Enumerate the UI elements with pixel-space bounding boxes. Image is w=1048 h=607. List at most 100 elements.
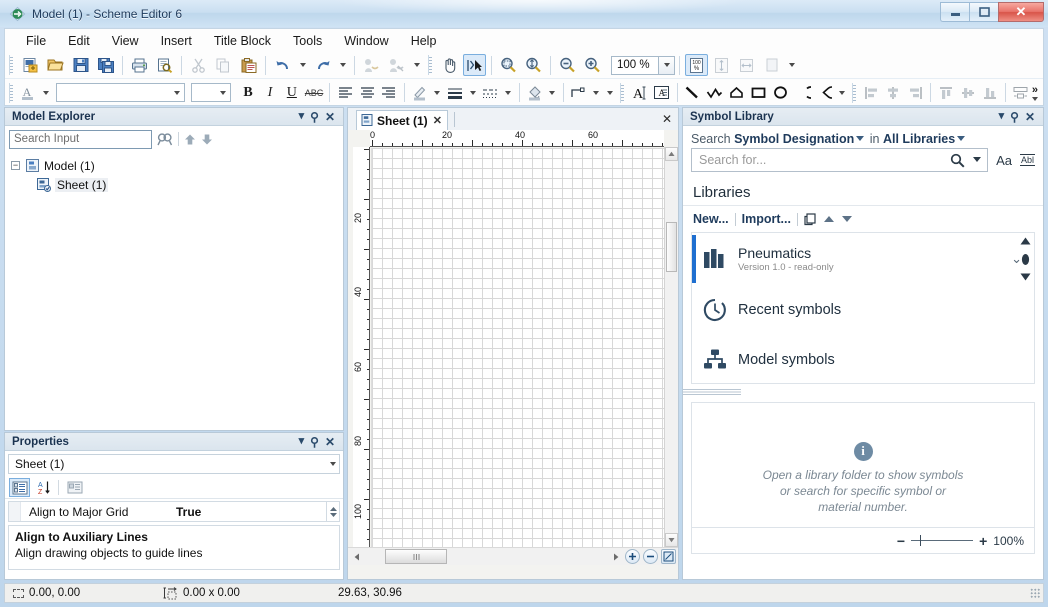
selected-object-select[interactable]: Sheet (1): [8, 454, 340, 474]
line-weight-icon[interactable]: [445, 82, 465, 104]
line-style-icon[interactable]: [480, 82, 500, 104]
zoom-in-icon[interactable]: [581, 54, 604, 76]
undo-icon[interactable]: [271, 54, 294, 76]
property-row[interactable]: Align to Major Grid True: [8, 501, 340, 522]
polyline-shape-icon[interactable]: [704, 82, 724, 104]
pin-icon[interactable]: ⚲: [310, 111, 319, 123]
scope-library-dropdown[interactable]: All Libraries: [883, 132, 955, 146]
search-input[interactable]: Search Input: [9, 129, 152, 149]
distribute-icon[interactable]: [1011, 82, 1031, 104]
scroll-right-icon[interactable]: [609, 553, 622, 561]
move-up-icon[interactable]: [823, 214, 835, 224]
zoom-level-input[interactable]: 100 %: [611, 55, 659, 75]
toolbar-grip[interactable]: [9, 55, 15, 75]
fill-color-icon[interactable]: [525, 82, 545, 104]
toolbar-grip[interactable]: [620, 82, 626, 103]
zoom-out-canvas-icon[interactable]: [643, 549, 658, 564]
line-color-dropdown-icon[interactable]: [432, 82, 443, 104]
redo-dropdown-icon[interactable]: [336, 54, 349, 76]
zoom-fit-icon[interactable]: [522, 54, 545, 76]
match-case-button[interactable]: Aa: [996, 153, 1012, 168]
tree-node-sheet[interactable]: Sheet (1): [11, 175, 343, 194]
cut-icon[interactable]: [187, 54, 210, 76]
redo-icon[interactable]: [311, 54, 334, 76]
paste-icon[interactable]: [237, 54, 260, 76]
shape-dropdown-icon[interactable]: [836, 82, 847, 104]
zoom-minus-button[interactable]: −: [897, 533, 905, 549]
line-weight-dropdown-icon[interactable]: [467, 82, 478, 104]
scroll-down-icon[interactable]: [665, 533, 678, 547]
page-dropdown-icon[interactable]: [785, 54, 798, 76]
save-all-icon[interactable]: [94, 54, 117, 76]
ellipse-shape-icon[interactable]: [770, 82, 790, 104]
zoom-level-dropdown[interactable]: [659, 55, 675, 75]
tab-sheet-1[interactable]: Sheet (1) ✕: [356, 110, 448, 130]
property-value[interactable]: True: [171, 505, 326, 519]
align-objects-top-icon[interactable]: [936, 82, 956, 104]
new-library-button[interactable]: New...: [693, 212, 729, 226]
symbol-search-input[interactable]: Search for...: [691, 148, 989, 172]
menu-title-block[interactable]: Title Block: [203, 31, 282, 51]
zoom-slider-handle[interactable]: [920, 535, 922, 546]
dropdown-menu-icon[interactable]: ▾: [299, 436, 305, 447]
library-item-model-symbols[interactable]: Model symbols: [692, 335, 1034, 385]
resize-gripper[interactable]: [1030, 588, 1040, 598]
toolbar-grip[interactable]: [9, 82, 15, 103]
delete-connection-icon[interactable]: [385, 54, 408, 76]
pin-icon[interactable]: ⚲: [1010, 111, 1019, 123]
zoom-100-icon[interactable]: 100 %: [685, 54, 708, 76]
import-library-button[interactable]: Import...: [742, 212, 791, 226]
close-button[interactable]: ✕: [998, 2, 1044, 22]
copy-icon[interactable]: [212, 54, 235, 76]
rectangle-shape-icon[interactable]: [748, 82, 768, 104]
align-objects-bottom-icon[interactable]: [980, 82, 1000, 104]
toolbar-overflow-button[interactable]: »: [1032, 84, 1038, 95]
copy-library-icon[interactable]: [804, 212, 817, 226]
connection-style-more-icon[interactable]: [604, 82, 615, 104]
document-close-icon[interactable]: ✕: [662, 112, 672, 126]
horizontal-scroll-thumb[interactable]: [385, 549, 447, 564]
zoom-slider[interactable]: [911, 535, 974, 546]
align-objects-left-icon[interactable]: [862, 82, 882, 104]
connection-style-dropdown-icon[interactable]: [591, 82, 602, 104]
canvas-vertical-scrollbar[interactable]: [664, 147, 678, 547]
fit-height-icon[interactable]: [710, 54, 733, 76]
align-objects-center-icon[interactable]: [883, 82, 903, 104]
toolbar-overflow-arrow-icon[interactable]: [1031, 96, 1038, 101]
close-icon[interactable]: ✕: [325, 436, 335, 448]
library-item-recent-symbols[interactable]: Recent symbols: [692, 285, 1034, 335]
move-up-icon[interactable]: [184, 133, 196, 146]
align-objects-middle-icon[interactable]: [958, 82, 978, 104]
dropdown-menu-icon[interactable]: ▾: [299, 111, 305, 122]
toolbar-grip[interactable]: [852, 82, 858, 103]
pan-hand-icon[interactable]: [438, 54, 461, 76]
font-size-select[interactable]: [190, 83, 232, 102]
vertical-scroll-thumb[interactable]: [666, 222, 677, 272]
move-down-icon[interactable]: [841, 214, 853, 224]
print-icon[interactable]: [128, 54, 151, 76]
polygon-shape-icon[interactable]: [726, 82, 746, 104]
canvas-horizontal-scrollbar[interactable]: [348, 547, 678, 565]
close-icon[interactable]: ✕: [1025, 111, 1035, 123]
italic-button[interactable]: I: [260, 82, 280, 104]
scroll-up-icon[interactable]: [665, 147, 678, 161]
alphabetical-sort-icon[interactable]: A Z: [32, 478, 53, 497]
align-objects-right-icon[interactable]: [905, 82, 925, 104]
insert-connection-icon[interactable]: [360, 54, 383, 76]
chevron-down-icon[interactable]: [856, 136, 865, 142]
connection-style-icon[interactable]: [569, 82, 589, 104]
drawing-sheet[interactable]: [371, 148, 664, 547]
strikethrough-button[interactable]: ABC: [304, 82, 325, 104]
underline-button[interactable]: U: [282, 82, 302, 104]
menu-view[interactable]: View: [101, 31, 150, 51]
menu-edit[interactable]: Edit: [57, 31, 101, 51]
select-pointer-icon[interactable]: [463, 54, 486, 76]
line-shape-icon[interactable]: [682, 82, 702, 104]
font-family-select[interactable]: [56, 83, 185, 102]
tab-close-icon[interactable]: ✕: [433, 114, 442, 127]
chevron-down-icon[interactable]: [330, 462, 336, 466]
text-tool-icon[interactable]: A: [630, 82, 650, 104]
font-color-dropdown-icon[interactable]: [40, 82, 51, 104]
fit-page-icon[interactable]: [661, 549, 676, 564]
bold-button[interactable]: B: [238, 82, 258, 104]
